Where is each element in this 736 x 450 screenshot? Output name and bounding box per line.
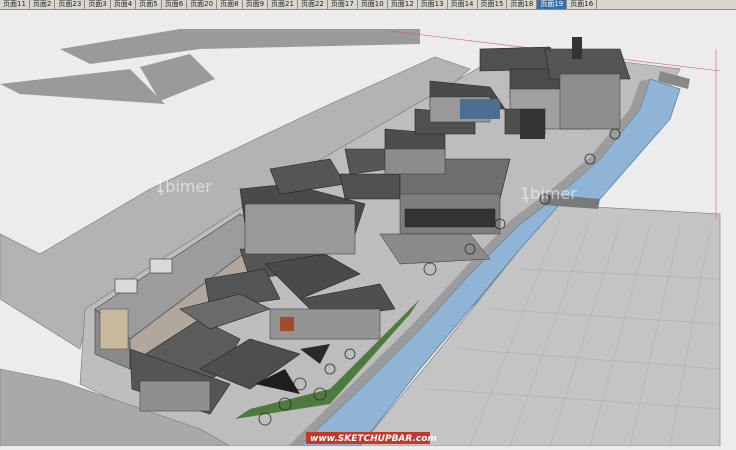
scene-tab[interactable]: 页面18 — [507, 0, 538, 9]
scene-tab[interactable]: 页面22 — [297, 0, 328, 9]
scene-tab[interactable]: 页面13 — [417, 0, 448, 9]
scene-tab[interactable]: 页面16 — [567, 0, 598, 9]
scene-tab[interactable]: 页面9 — [242, 0, 269, 9]
scene-tab[interactable]: 页面12 — [387, 0, 418, 9]
watermark: 1̧bimer — [520, 184, 577, 203]
scene-tab[interactable]: 页面4 — [110, 0, 137, 9]
scene-tab[interactable]: 页面23 — [55, 0, 86, 9]
scene-tab[interactable]: 页面14 — [447, 0, 478, 9]
scene-tab[interactable]: 页面19 — [537, 0, 568, 9]
watermark: 1̧bimer — [155, 177, 212, 196]
scene-tab[interactable]: 页面10 — [357, 0, 388, 9]
scene-tab[interactable]: 页面8 — [217, 0, 243, 9]
scene-tab[interactable]: 页面11 — [0, 0, 30, 9]
scene-tab[interactable]: 页面3 — [85, 0, 111, 9]
scene-tab[interactable]: 页面5 — [136, 0, 162, 9]
scene-tab[interactable]: 页面20 — [187, 0, 218, 9]
scene-tab-bar: 页面11 页面2 页面23 页面3 页面4 页面5 页面6 页面20 页面8 页面9 页面21 页面2… — [0, 0, 736, 10]
scene-tab[interactable]: 页面6 — [161, 0, 188, 9]
scene-tab[interactable]: 页面15 — [477, 0, 508, 9]
scene-tab[interactable]: 页面21 — [268, 0, 298, 9]
scene-tab[interactable]: 页面17 — [327, 0, 358, 9]
sketchup-3d-viewport[interactable]: 1̧bimer 1̧bimer www.SKETCHUPBAR.com — [0, 9, 736, 447]
site-label: www.SKETCHUPBAR.com — [310, 434, 437, 444]
scene-tab[interactable]: 页面2 — [29, 0, 56, 9]
